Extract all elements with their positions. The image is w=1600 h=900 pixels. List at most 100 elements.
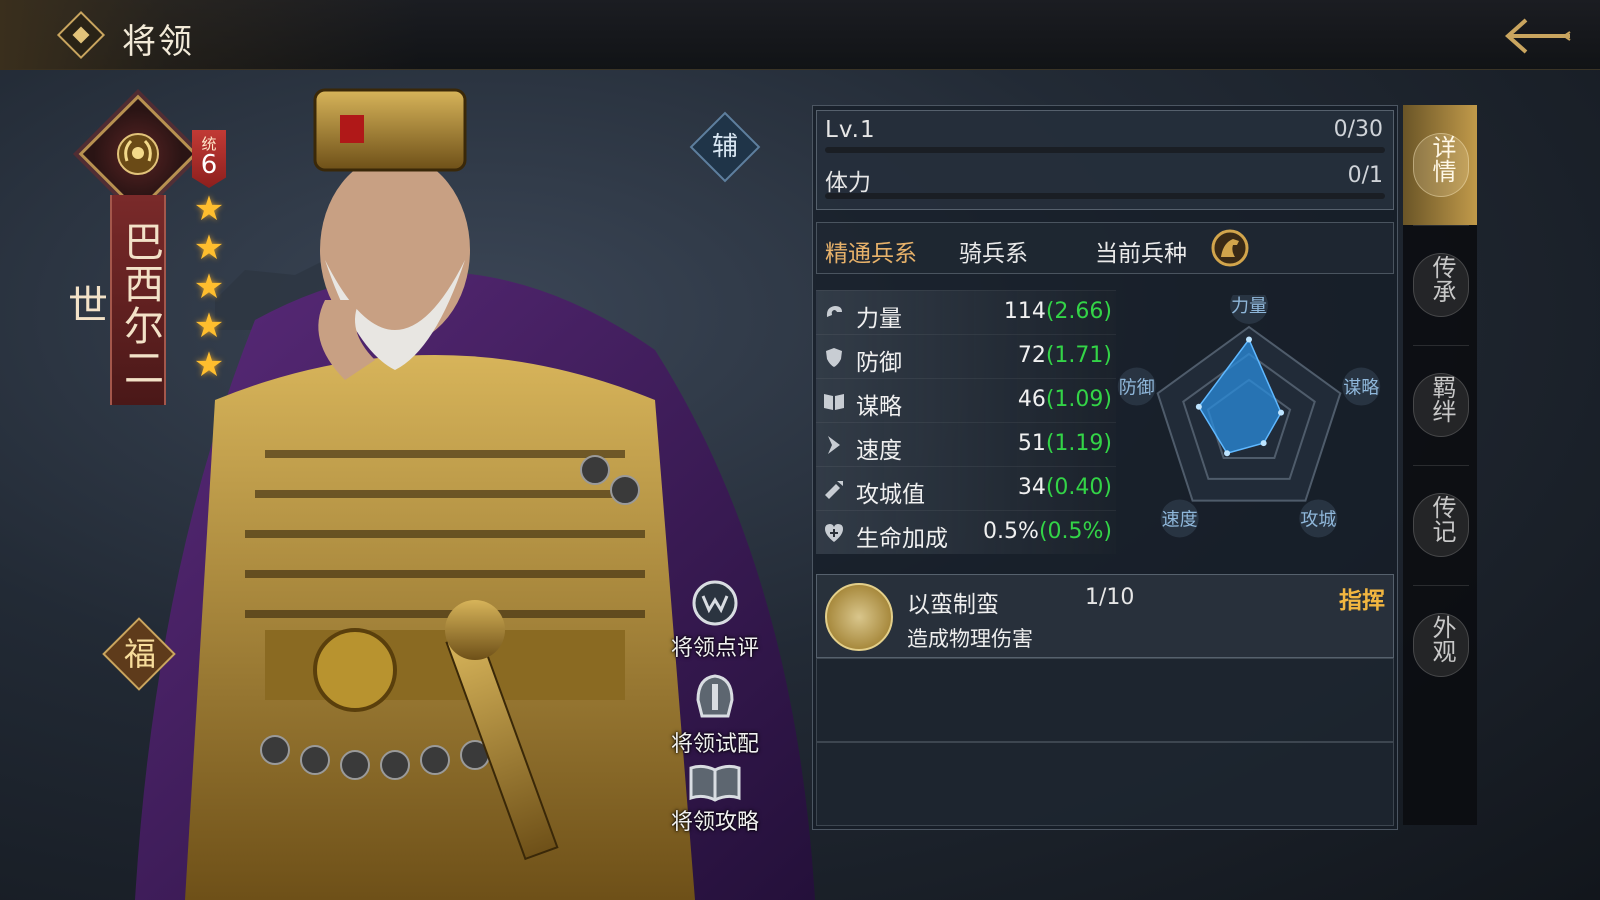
star-icon: ★ [193,345,225,385]
attribute-base: 51 [1017,431,1046,456]
helmet-icon [696,674,734,718]
attribute-growth: (0.40) [1045,475,1112,500]
tab-divider [1413,585,1469,586]
radar-axis-label: 防御 [1119,378,1155,399]
attribute-row: 防御 72(1.71) [816,334,1116,378]
stamina-label: 体力 [825,170,871,196]
empty-skill-slot[interactable] [816,658,1394,742]
attribute-radar-chart: 力量谋略攻城 速度 防御 [1117,295,1381,538]
attribute-base: 114 [1003,299,1046,324]
star-icon: ★ [193,189,225,229]
star-icon: ★ [193,228,225,268]
tab-divider [1413,465,1469,466]
attribute-value: 114(2.66) [1004,299,1112,324]
attribute-growth: (1.09) [1045,387,1112,412]
attribute-row: 攻城值 34(0.40) [816,466,1116,510]
radar-axis-label: 速度 [1162,509,1198,530]
attribute-value: 46(1.09) [1018,387,1112,412]
radar-point [1195,403,1202,410]
attribute-growth: (1.19) [1045,431,1112,456]
hero-name: 巴西尔二世 [61,221,163,389]
general-detail-screen: 将领 巴西尔二世 统 6 ★ ★ ★ ★ ★ 福 辅 将领点评 将领试配 将领攻… [0,0,1600,900]
general-review-button[interactable]: 将领点评 [660,578,770,662]
tab-2[interactable]: 羁绊 [1403,345,1477,465]
attribute-list: 力量 114(2.66) 防御 72(1.71) 谋略 46(1.09) 速度 51(1.19… [816,290,1116,554]
attribute-value: 34(0.40) [1018,475,1112,500]
troop-mastery-value: 骑兵系 [959,241,1028,267]
attribute-base: 46 [1017,387,1046,412]
stamina-value: 0/1 [1347,163,1383,188]
tab-4[interactable]: 外观 [1403,585,1477,705]
level-label: Lv.1 [825,117,876,143]
radar-point [1246,336,1252,343]
tab-divider [1413,345,1469,346]
skill-row[interactable]: 以蛮制蛮 1/10 指挥 造成物理伤害 [816,574,1394,658]
general-trial-label: 将领试配 [670,732,759,757]
skill-name: 以蛮制蛮 [907,592,999,618]
page-title: 将领 [122,22,194,62]
laurel-wreath-icon [117,133,159,175]
back-arrow-icon[interactable] [1496,14,1576,58]
attribute-row: 速度 51(1.19) [816,422,1116,466]
skill-description: 造成物理伤害 [907,627,1033,651]
level-stamina-box: Lv.1 0/30 体力 0/1 [816,110,1394,210]
tab-label: 羁绊 [1428,375,1456,423]
general-guide-label: 将领攻略 [670,810,759,835]
general-guide-button[interactable]: 将领攻略 [660,762,770,836]
current-troop-label: 当前兵种 [1095,241,1187,267]
tab-divider [1413,225,1469,226]
command-value: 6 [200,150,218,180]
attribute-growth: (0.5%) [1038,519,1112,544]
fortune-badge[interactable]: 福 [112,628,168,680]
skill-type: 指挥 [1339,588,1385,614]
level-exp-value: 0/30 [1333,117,1383,142]
general-trial-button[interactable]: 将领试配 [660,670,770,758]
attribute-label: 速度 [856,438,902,464]
attribute-base: 72 [1017,343,1046,368]
review-icon [692,580,738,626]
attribute-base: 34 [1017,475,1046,500]
top-bar: 将领 [0,0,1600,70]
book-icon [689,764,741,802]
stamina-progress-bar [825,193,1385,199]
shield-icon [826,348,842,367]
general-review-label: 将领点评 [670,636,759,661]
strength-icon [826,306,842,317]
skill-level: 1/10 [1085,585,1135,610]
troop-type-row: 精通兵系 骑兵系 当前兵种 [816,222,1394,274]
attribute-row: 谋略 46(1.09) [816,378,1116,422]
radar-point [1260,440,1267,447]
radar-point [1278,409,1285,416]
tab-1[interactable]: 传承 [1403,225,1477,345]
cavalry-horse-icon[interactable] [1211,229,1249,267]
star-icon: ★ [193,267,225,307]
radar-axis-label: 攻城 [1300,509,1336,530]
attribute-row: 生命加成 0.5%(0.5%) [816,510,1116,554]
tab-label: 传记 [1428,495,1456,543]
radar-point [1224,450,1231,457]
attribute-value: 51(1.19) [1018,431,1112,456]
siege-icon [825,481,843,499]
radar-axis-label: 力量 [1231,296,1267,317]
attribute-label: 谋略 [856,394,902,420]
hero-name-banner: 巴西尔二世 [61,195,166,405]
attribute-growth: (2.66) [1045,299,1112,324]
tab-3[interactable]: 传记 [1403,465,1477,585]
radar-axis-label: 谋略 [1343,378,1379,399]
role-badge[interactable]: 辅 [700,122,750,172]
book-icon [824,394,844,410]
attribute-label: 力量 [856,306,902,332]
attribute-base: 0.5% [983,519,1039,544]
star-icon: ★ [193,306,225,346]
troop-mastery-label: 精通兵系 [825,241,917,267]
tab-label: 传承 [1428,255,1456,303]
attribute-label: 防御 [856,350,902,376]
command-badge: 统 6 [192,130,226,188]
attribute-label: 攻城值 [856,482,925,508]
tab-label: 外观 [1428,615,1456,663]
empty-skill-slot[interactable] [816,742,1394,826]
star-rating: ★ ★ ★ ★ ★ [192,192,226,387]
attribute-value: 0.5%(0.5%) [983,519,1112,544]
attribute-value: 72(1.71) [1018,343,1112,368]
tab-0[interactable]: 详情 [1403,105,1477,225]
